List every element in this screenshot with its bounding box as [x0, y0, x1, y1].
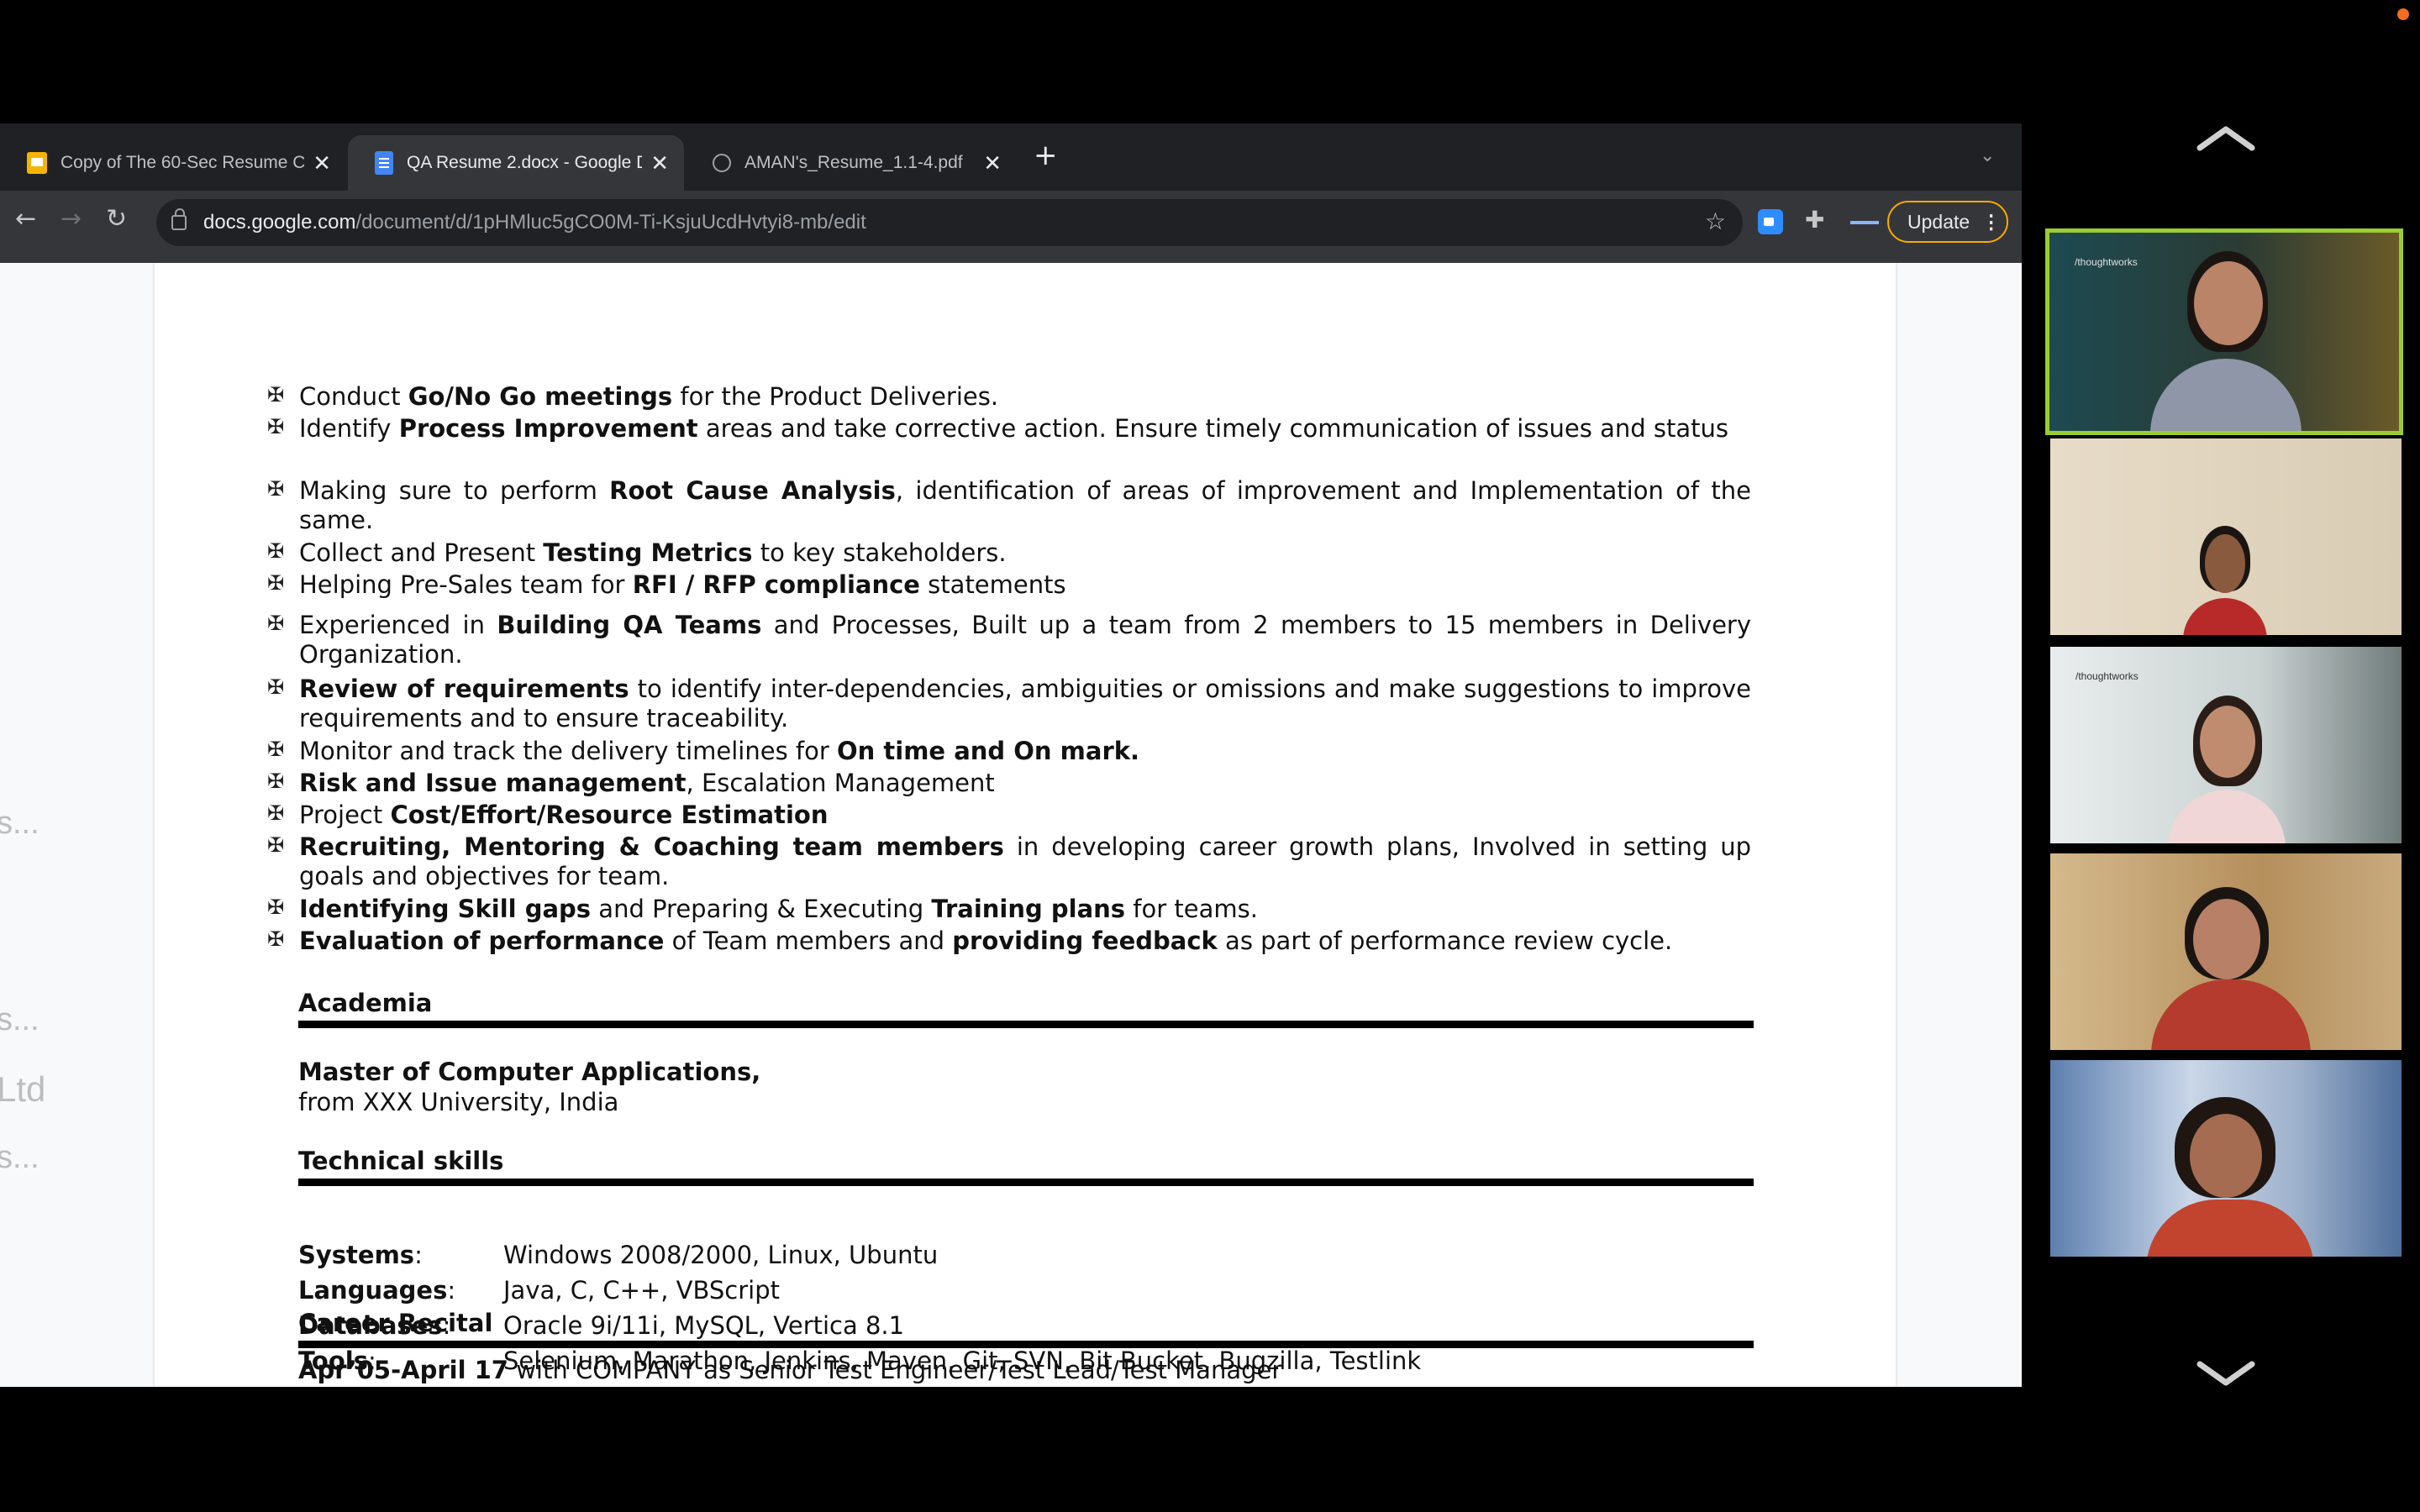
- participant-face: [2205, 534, 2245, 593]
- participant-face: [2190, 1114, 2262, 1198]
- new-tab-icon[interactable]: +: [1034, 139, 1058, 172]
- bullet-icon: ✠: [267, 895, 285, 919]
- bullet-icon: ✠: [267, 571, 285, 595]
- url-path: /document/d/1pHMluc5gCO0M-Ti-KsjuUcdHvty…: [355, 211, 866, 234]
- bullet-item: ✠ Recruiting, Mentoring & Coaching team m…: [267, 832, 1751, 890]
- chevron-down-icon[interactable]: ⌄: [1980, 145, 1995, 166]
- participant-figure: [2168, 790, 2286, 843]
- participant-face: [2194, 261, 2263, 345]
- outline-ghost-text: Ltd: [0, 1069, 46, 1109]
- bullet-icon: ✠: [267, 769, 285, 793]
- bullet-item: ✠ Evaluation of performance of Team membe…: [267, 927, 1673, 955]
- scroll-up-chevron-icon[interactable]: [2195, 121, 2257, 155]
- tab-title: Copy of The 60-Sec Resume C: [60, 153, 305, 172]
- docs-icon: [375, 151, 393, 175]
- section-rule: [298, 1021, 1754, 1028]
- participant-figure: [2151, 979, 2311, 1050]
- participant-figure: [2146, 1200, 2314, 1257]
- extension-dash-icon[interactable]: [1850, 221, 1879, 224]
- close-icon[interactable]: ✕: [313, 150, 331, 176]
- skill-key: Languages:: [298, 1276, 456, 1305]
- tab-resume-slides[interactable]: Copy of The 60-Sec Resume C ✕: [0, 135, 346, 191]
- bullet-icon: ✠: [267, 477, 285, 501]
- outline-ghost-text: s...: [0, 1140, 39, 1175]
- tab-title: AMAN's_Resume_1.1-4.pdf: [744, 153, 963, 172]
- bullet-icon: ✠: [267, 539, 285, 563]
- back-icon[interactable]: ←: [15, 204, 36, 234]
- address-bar[interactable]: docs.google.com/document/d/1pHMluc5gCO0M…: [156, 199, 1743, 246]
- bullet-icon: ✠: [267, 833, 285, 857]
- participant-tile-5[interactable]: [2050, 1060, 2402, 1257]
- document-canvas[interactable]: s... s... Ltd s... ✠ Conduct Go/No Go mee…: [0, 263, 2022, 1387]
- participant-tile-2[interactable]: [2050, 438, 2402, 635]
- participant-tile-4[interactable]: [2050, 853, 2402, 1050]
- bullet-item: ✠ Monitor and track the delivery timeline…: [267, 737, 1140, 765]
- bullet-icon: ✠: [267, 415, 285, 438]
- bullet-item: ✠ Risk and Issue management, Escalation M…: [267, 769, 995, 797]
- participant-tile-1[interactable]: /thoughtworks: [2045, 228, 2403, 435]
- participant-face: [2193, 899, 2260, 979]
- bullet-icon: ✠: [267, 675, 285, 699]
- degree-title: Master of Computer Applications,: [298, 1058, 761, 1086]
- section-heading-career: Career Recital: [298, 1309, 493, 1337]
- bullet-item: ✠ Experienced in Building QA Teams and Pr…: [267, 611, 1751, 669]
- career-line: Apr’05-April 17 with COMPANY as Senior T…: [298, 1356, 1282, 1384]
- bullet-icon: ✠: [267, 801, 285, 825]
- browser-window: Copy of The 60-Sec Resume C ✕ QA Resume …: [0, 123, 2022, 1387]
- url-host: docs.google.com: [203, 211, 356, 234]
- outline-ghost-text: s...: [0, 1002, 39, 1037]
- participant-face: [2200, 706, 2255, 778]
- participant-tile-3[interactable]: /thoughtworks: [2050, 647, 2402, 843]
- slides-icon: [27, 152, 47, 174]
- company-logo-text: /thoughtworks: [2075, 256, 2138, 268]
- bullet-icon: ✠: [267, 927, 285, 951]
- bullet-item: ✠ Identifying Skill gaps and Preparing & …: [267, 895, 1258, 923]
- forward-icon[interactable]: →: [60, 204, 82, 234]
- section-heading-skills: Technical skills: [298, 1147, 504, 1175]
- bullet-item: ✠ Conduct Go/No Go meetings for the Produ…: [267, 382, 999, 411]
- recording-indicator-icon: [2397, 8, 2409, 20]
- company-logo-text: /thoughtworks: [2075, 670, 2139, 682]
- bullet-item: ✠ Review of requirements to identify inte…: [267, 675, 1751, 732]
- skill-value: Java, C, C++, VBScript: [503, 1276, 780, 1305]
- browser-toolbar: ← → ↻ docs.google.com/document/d/1pHMluc…: [0, 191, 2022, 263]
- zoom-extension-icon[interactable]: [1758, 209, 1783, 234]
- lock-icon: [171, 208, 187, 230]
- reload-icon[interactable]: ↻: [106, 204, 127, 234]
- tab-strip: Copy of The 60-Sec Resume C ✕ QA Resume …: [0, 123, 2022, 191]
- scroll-down-chevron-icon[interactable]: [2195, 1357, 2257, 1391]
- bullet-icon: ✠: [267, 738, 285, 761]
- outline-ghost-text: s...: [0, 806, 39, 841]
- bullet-icon: ✠: [267, 612, 285, 635]
- bullet-item: ✠ Helping Pre-Sales team for RFI / RFP co…: [267, 570, 1066, 599]
- tab-aman-resume-pdf[interactable]: AMAN's_Resume_1.1-4.pdf ✕: [686, 135, 1017, 191]
- section-rule: [298, 1179, 1754, 1186]
- bullet-item: ✠ Project Cost/Effort/Resource Estimation: [267, 801, 829, 829]
- close-icon[interactable]: ✕: [650, 150, 669, 176]
- section-rule: [298, 1341, 1754, 1348]
- bullet-item: ✠ Making sure to perform Root Cause Analy…: [267, 476, 1751, 534]
- participant-figure: [2183, 598, 2267, 635]
- section-heading-academia: Academia: [298, 989, 433, 1017]
- close-icon[interactable]: ✕: [983, 150, 1002, 176]
- bullet-item: ✠ Collect and Present Testing Metrics to …: [267, 538, 1007, 567]
- tab-qa-resume-doc[interactable]: QA Resume 2.docx - Google D ✕: [348, 135, 684, 191]
- participant-figure: [2150, 359, 2302, 431]
- bullet-item: ✠ Identify Process Improvement areas and …: [267, 414, 1728, 443]
- tab-title: QA Resume 2.docx - Google D: [407, 153, 643, 172]
- update-button[interactable]: Update ⋮: [1887, 201, 2008, 243]
- globe-icon: [713, 154, 731, 172]
- more-icon[interactable]: ⋮: [1981, 211, 2001, 234]
- bullet-icon: ✠: [267, 383, 285, 407]
- university-text: from XXX University, India: [298, 1088, 619, 1116]
- star-icon[interactable]: ☆: [1705, 207, 1726, 235]
- extensions-icon[interactable]: ✚: [1805, 206, 1824, 234]
- skill-value: Oracle 9i/11i, MySQL, Vertica 8.1: [503, 1311, 905, 1340]
- skill-value: Windows 2008/2000, Linux, Ubuntu: [503, 1241, 939, 1269]
- update-label: Update: [1907, 210, 1970, 233]
- skill-key: Systems:: [298, 1241, 423, 1269]
